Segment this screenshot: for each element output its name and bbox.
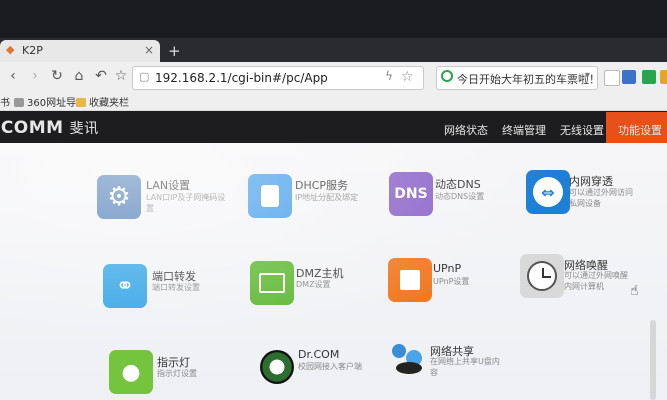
app-desc: 校园网接入客户端: [298, 362, 362, 371]
bookmark-label: 360网址导: [27, 98, 77, 109]
undo-icon[interactable]: ↶: [92, 68, 110, 84]
bookmark-item[interactable]: 收藏夹栏: [76, 94, 129, 109]
new-tab-button[interactable]: +: [168, 42, 181, 60]
home-icon[interactable]: ⌂: [70, 68, 88, 84]
app-desc: DMZ设置: [296, 280, 331, 289]
dns-icon: DNS: [389, 172, 433, 216]
hand-cursor-icon: ☝: [630, 283, 639, 299]
bulb-icon: ●: [109, 350, 153, 394]
link-icon: ⚭: [103, 264, 147, 308]
teamviewer-icon: ⇔: [526, 170, 570, 214]
screen: ◆ K2P × + ‹ › ↻ ⌂ ↶ ☆ ▢ 192.168.2.1/cgi-…: [0, 0, 667, 400]
drcom-icon: [255, 345, 299, 389]
chevron-down-icon[interactable]: ▾: [585, 70, 590, 81]
tab-close-icon[interactable]: ×: [144, 43, 154, 57]
app-desc: 指示灯设置: [157, 369, 197, 378]
app-desc: 可以通过外网访问私网设备: [569, 188, 633, 208]
page-icon: [14, 98, 24, 107]
nav-wireless-settings[interactable]: 无线设置: [560, 122, 604, 138]
app-desc: LAN口IP及子网掩码设置: [146, 193, 226, 213]
tab-title: K2P: [22, 44, 43, 57]
bookmark-label: 书: [0, 98, 10, 109]
lightning-icon[interactable]: ϟ: [385, 69, 393, 83]
app-name: UPnP: [433, 262, 462, 275]
scrollbar[interactable]: [650, 320, 656, 400]
app-desc: 在网络上共享U盘内容: [430, 357, 500, 377]
address-text: 192.168.2.1/cgi-bin#/pc/App: [155, 71, 328, 85]
bookmark-star-icon[interactable]: ☆: [401, 69, 414, 85]
bookmark-label: 收藏夹栏: [89, 98, 129, 109]
app-desc: 动态DNS设置: [435, 192, 485, 201]
folder-icon: [76, 98, 86, 107]
search-engine-icon: [441, 70, 453, 82]
search-text: 今日开始大年初五的车票啦！: [457, 73, 600, 86]
logo-text: ICOMM: [0, 118, 64, 138]
nav-network-status[interactable]: 网络状态: [444, 122, 488, 138]
bookmark-item[interactable]: 书: [0, 94, 10, 109]
address-bar[interactable]: ▢ 192.168.2.1/cgi-bin#/pc/App ϟ ☆: [132, 66, 424, 90]
dhcp-icon: [248, 174, 292, 218]
extension-icon[interactable]: [660, 70, 667, 84]
share-icon: [388, 340, 432, 384]
extension-icon[interactable]: [642, 70, 656, 84]
app-name: Dr.COM: [298, 348, 340, 361]
clock-icon: [520, 254, 564, 298]
search-box[interactable]: 今日开始大年初五的车票啦！ ▾: [436, 66, 600, 90]
app-desc: UPnP设置: [433, 277, 470, 286]
nav-feature-settings[interactable]: 功能设置: [618, 122, 662, 138]
page-icon: ▢: [139, 70, 150, 83]
dmz-icon: [250, 261, 294, 305]
forward-icon[interactable]: ›: [26, 68, 44, 84]
brand-logo: ICOMM 斐讯: [0, 118, 99, 138]
extension-icon[interactable]: [604, 70, 620, 86]
wifi-icon: ◆: [6, 43, 15, 56]
app-name: DHCP服务: [295, 179, 349, 192]
app-desc: IP地址分配及绑定: [295, 193, 359, 202]
extension-icon[interactable]: [622, 70, 636, 84]
app-desc: 可以通过外网唤醒内网计算机: [564, 271, 628, 291]
upnp-icon: [388, 258, 432, 302]
app-desc: 端口转发设置: [152, 283, 200, 292]
logo-cn: 斐讯: [69, 121, 99, 137]
back-icon[interactable]: ‹: [4, 68, 22, 84]
bookmark-item[interactable]: 360网址导: [14, 94, 76, 109]
reload-icon[interactable]: ↻: [48, 68, 66, 84]
app-name: 动态DNS: [435, 178, 481, 191]
app-name: LAN设置: [146, 179, 191, 192]
browser-tab[interactable]: ◆ K2P ×: [0, 40, 160, 62]
gear-icon: ⚙: [97, 175, 141, 219]
favorite-icon[interactable]: ☆: [112, 68, 130, 84]
nav-device-management[interactable]: 终端管理: [502, 122, 546, 138]
